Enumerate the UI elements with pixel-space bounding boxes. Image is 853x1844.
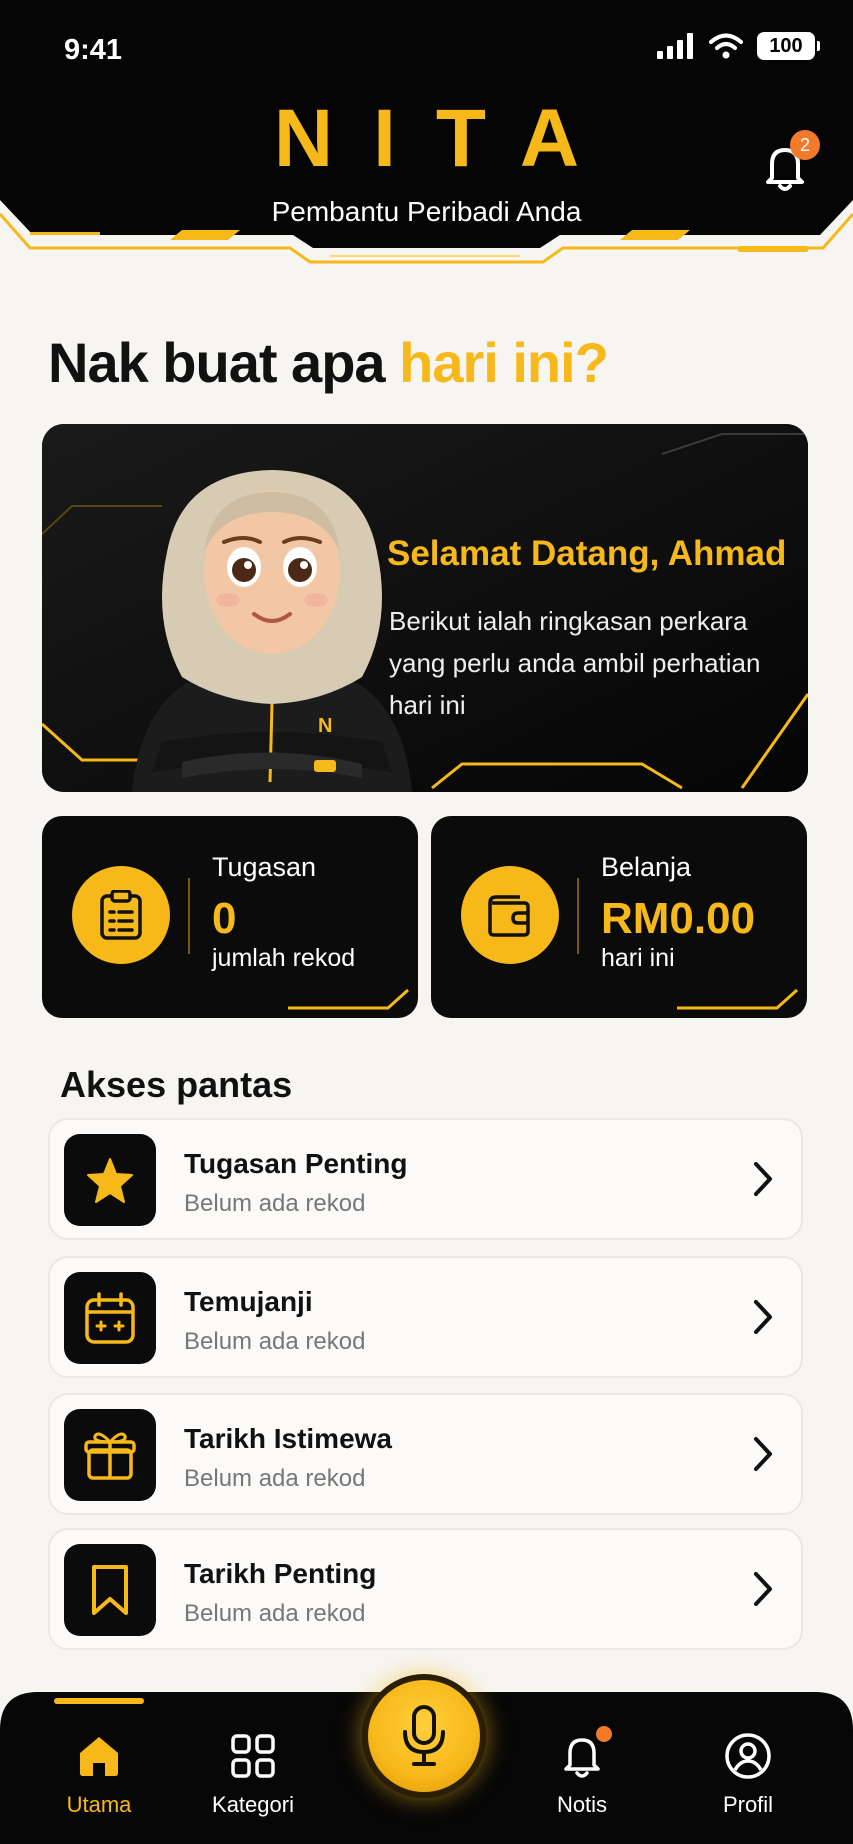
- quick-access-name: Tarikh Penting: [184, 1558, 377, 1589]
- quick-access-item-important-dates[interactable]: Tarikh Penting Belum ada rekod: [48, 1528, 803, 1650]
- quick-access-status: Belum ada rekod: [184, 1190, 366, 1217]
- stat-value: RM0.00: [601, 894, 756, 943]
- stat-card-decoration: [677, 988, 799, 1010]
- status-time: 9:41: [64, 34, 123, 66]
- voice-assistant-button[interactable]: [362, 1674, 486, 1798]
- welcome-message: Berikut ialah ringkasan perkara yang per…: [389, 606, 761, 720]
- stat-sublabel: hari ini: [601, 944, 675, 972]
- chevron-right-icon: [754, 1162, 772, 1196]
- stat-label: Belanja: [601, 852, 692, 882]
- stat-divider: [577, 878, 579, 954]
- quick-access-item-appointments[interactable]: Temujanji Belum ada rekod: [48, 1256, 803, 1378]
- battery-indicator: 100: [757, 32, 820, 60]
- wifi-icon: [709, 33, 743, 59]
- quick-access-item-important-tasks[interactable]: Tugasan Penting Belum ada rekod: [48, 1118, 803, 1240]
- svg-text:N: N: [318, 715, 332, 737]
- nav-tab-label: Kategori: [212, 1792, 294, 1817]
- assistant-avatar: N: [132, 470, 412, 792]
- stat-card-spending[interactable]: Belanja RM0.00 hari ini: [431, 816, 807, 1018]
- welcome-title: Selamat Datang, Ahmad: [387, 534, 787, 573]
- quick-access-name: Temujanji: [184, 1286, 313, 1317]
- bookmark-icon: [92, 1565, 128, 1615]
- active-tab-indicator: [54, 1698, 144, 1704]
- stat-card-tasks[interactable]: Tugasan 0 jumlah rekod: [42, 816, 418, 1018]
- chevron-right-icon: [754, 1437, 772, 1471]
- app-header: 9:41 100 NITA Pembantu Peribadi Anda 2: [0, 0, 853, 270]
- quick-access-icon: [64, 1409, 156, 1501]
- page-title-main: Nak buat apa: [48, 331, 400, 394]
- wallet-icon: [488, 895, 530, 937]
- quick-access-icon: [64, 1134, 156, 1226]
- stat-label: Tugasan: [212, 852, 317, 882]
- nav-tab-category[interactable]: Kategori: [193, 1730, 313, 1818]
- stat-value: 0: [212, 894, 237, 943]
- quick-access-name: Tarikh Istimewa: [184, 1423, 393, 1454]
- quick-access-item-special-dates[interactable]: Tarikh Istimewa Belum ada rekod: [48, 1393, 803, 1515]
- home-icon: [80, 1737, 118, 1776]
- nav-tab-profile[interactable]: Profil: [688, 1730, 808, 1818]
- nav-tab-home[interactable]: Utama: [39, 1730, 159, 1818]
- nav-tab-notifications[interactable]: Notis: [522, 1730, 642, 1818]
- calendar-icon: [85, 1292, 135, 1344]
- stat-sublabel: jumlah rekod: [212, 944, 356, 972]
- notification-dot: [596, 1726, 612, 1742]
- grid-icon: [231, 1734, 275, 1778]
- nav-tab-label: Profil: [722, 1792, 774, 1817]
- app-tagline: Pembantu Peribadi Anda: [271, 196, 582, 227]
- home-screen: 9:41 100 NITA Pembantu Peribadi Anda 2 N…: [0, 0, 853, 1844]
- nav-tab-label: Notis: [556, 1792, 608, 1817]
- quick-access-status: Belum ada rekod: [184, 1600, 366, 1627]
- mic-icon: [403, 1705, 445, 1766]
- page-title-highlight: hari ini?: [399, 331, 609, 394]
- clipboard-icon: [100, 890, 142, 940]
- quick-access-title: Akses pantas: [60, 1064, 293, 1105]
- quick-access-status: Belum ada rekod: [184, 1328, 366, 1355]
- chevron-right-icon: [754, 1300, 772, 1334]
- quick-access-icon: [64, 1272, 156, 1364]
- stat-icon-spending: [461, 866, 559, 964]
- quick-access-status: Belum ada rekod: [184, 1465, 366, 1492]
- stat-icon-tasks: [72, 866, 170, 964]
- app-logo: NITA: [273, 93, 620, 184]
- welcome-card: N Selamat Datang, Ahmad Berikut ialah ri…: [42, 424, 808, 792]
- page-title: Nak buat apa hari ini?: [48, 330, 609, 395]
- user-icon: [725, 1733, 771, 1779]
- nav-tab-label: Utama: [66, 1792, 132, 1817]
- gift-icon: [84, 1432, 136, 1480]
- notification-badge: 2: [790, 130, 820, 160]
- chevron-right-icon: [754, 1572, 772, 1606]
- quick-access-name: Tugasan Penting: [184, 1148, 408, 1179]
- stat-divider: [188, 878, 190, 954]
- status-icons: 100: [657, 32, 820, 60]
- star-icon: [87, 1158, 133, 1203]
- signal-icon: [657, 33, 693, 59]
- stat-card-decoration: [288, 988, 410, 1010]
- quick-access-icon: [64, 1544, 156, 1636]
